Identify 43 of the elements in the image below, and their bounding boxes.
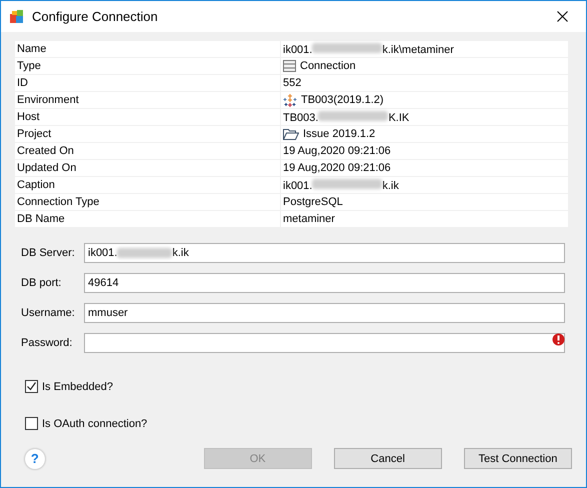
field-label: Password:	[21, 337, 74, 349]
property-name: Type	[17, 60, 41, 72]
property-name: Caption	[17, 179, 55, 191]
property-value: Issue 2019.1.2	[303, 128, 376, 140]
property-value: TB003(2019.1.2)	[301, 94, 384, 106]
input-field[interactable]: ik001. k.ik	[84, 243, 565, 263]
property-value: PostgreSQL	[283, 196, 343, 208]
property-value: TB003. K.IK	[283, 110, 410, 124]
dialog-button[interactable]: Test Connection	[464, 448, 572, 469]
checkbox[interactable]	[25, 417, 38, 430]
field-label: DB Server:	[21, 247, 76, 259]
input-field[interactable]	[84, 333, 565, 353]
input-field[interactable]: mmuser	[84, 303, 565, 323]
property-value: metaminer	[283, 213, 335, 225]
checkbox[interactable]	[25, 380, 38, 393]
property-value: ik001. k.ik	[283, 178, 399, 192]
field-label: DB port:	[21, 277, 62, 289]
help-button[interactable]: ?	[25, 448, 45, 468]
property-name: ID	[17, 77, 28, 89]
field-label: Username:	[21, 307, 76, 319]
folder-icon	[283, 128, 299, 140]
property-value: 552	[283, 77, 302, 89]
property-value: ik001. k.ik\metaminer	[283, 42, 454, 56]
property-name: Environment	[17, 94, 79, 106]
property-name: Connection Type	[17, 196, 100, 208]
dialog-button[interactable]: Cancel	[334, 448, 442, 469]
property-name: Host	[17, 111, 40, 123]
property-name: Name	[17, 43, 46, 55]
property-name: Project	[17, 128, 52, 140]
property-name: DB Name	[17, 213, 65, 225]
property-value: Connection	[300, 60, 356, 72]
property-name: Updated On	[17, 162, 76, 174]
close-icon	[556, 11, 568, 22]
input-field[interactable]: 49614	[84, 273, 565, 293]
app-logo-icon	[9, 8, 25, 24]
table-icon	[283, 60, 296, 72]
crosses-icon	[283, 93, 297, 107]
checkbox-label: Is OAuth connection?	[42, 418, 148, 430]
property-name: Created On	[17, 145, 74, 157]
property-value: 19 Aug,2020 09:21:06	[283, 162, 391, 174]
window-title: Configure Connection	[32, 9, 159, 24]
property-value: 19 Aug,2020 09:21:06	[283, 145, 391, 157]
checkbox-label: Is Embedded?	[42, 380, 113, 392]
